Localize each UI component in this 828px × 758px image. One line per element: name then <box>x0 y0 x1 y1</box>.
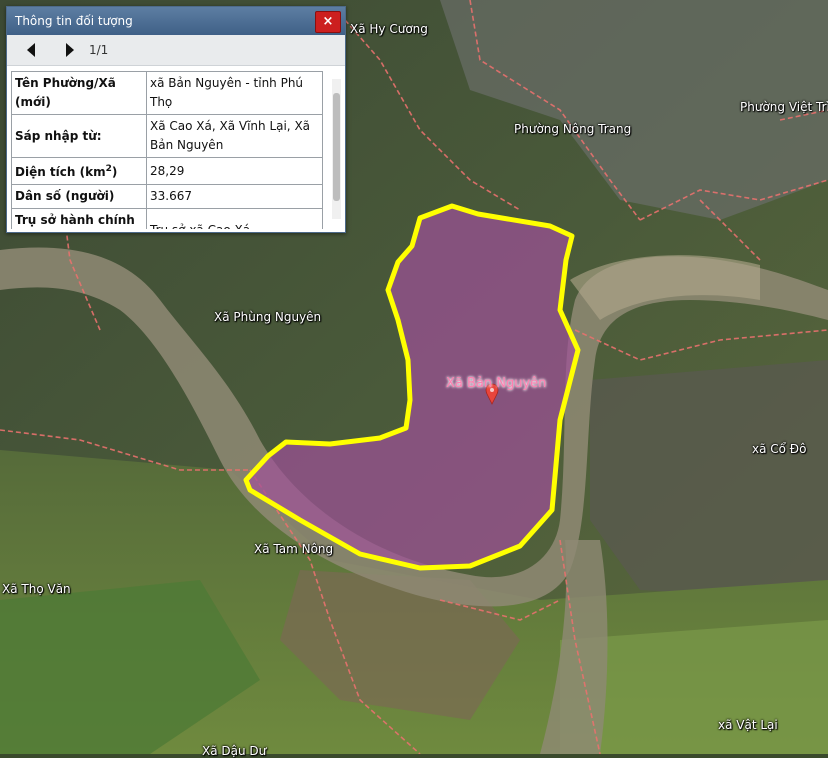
superscript-two: 2 <box>105 164 112 174</box>
row-value: xã Bản Nguyên - tỉnh Phú Thọ <box>146 71 323 115</box>
info-table: Tên Phường/Xã (mới) xã Bản Nguyên - tỉnh… <box>11 71 323 229</box>
map-label-tho-van: Xã Thọ Văn <box>2 582 71 596</box>
map-label-bottom-partial: Xã Dậu Dư <box>202 744 267 758</box>
triangle-right-icon <box>66 43 74 57</box>
map-label-vat-lai: xã Vật Lại <box>718 718 778 732</box>
row-key: Sáp nhập từ: <box>11 114 147 158</box>
row-key: Trụ sở hành chính (mới) <box>11 208 147 229</box>
map-label-ban-nguyen: Xã Bản Nguyên <box>446 376 547 391</box>
panel-scrollbar[interactable] <box>332 79 341 219</box>
table-row: Tên Phường/Xã (mới) xã Bản Nguyên - tỉnh… <box>11 71 323 115</box>
row-value: 33.667 <box>146 184 323 209</box>
table-row: Trụ sở hành chính (mới) Trụ sở xã Cao Xá <box>11 208 323 229</box>
area-key-label: Diện tích (km2) <box>15 164 118 179</box>
map-label-co-do: xã Cổ Đô <box>752 442 807 456</box>
panel-title: Thông tin đối tượng <box>15 14 133 28</box>
row-key: Diện tích (km2) <box>11 157 147 185</box>
info-table-scroll[interactable]: Tên Phường/Xã (mới) xã Bản Nguyên - tỉnh… <box>11 71 327 229</box>
triangle-left-icon <box>27 43 35 57</box>
map-label-hy-cuong: Xã Hy Cương <box>350 22 428 36</box>
map-label-tam-nong: Xã Tam Nông <box>254 542 334 556</box>
row-key: Tên Phường/Xã (mới) <box>11 71 147 115</box>
pager-bar: 1/1 <box>7 35 345 66</box>
row-value: Trụ sở xã Cao Xá <box>146 208 323 229</box>
table-row: Dân số (người) 33.667 <box>11 184 323 209</box>
row-value: Xã Cao Xá, Xã Vĩnh Lại, Xã Bản Nguyên <box>146 114 323 158</box>
map-label-viet-tri: Phường Việt Trì <box>740 100 828 114</box>
map-label-nong-trang: Phường Nông Trang <box>514 122 632 136</box>
pager-count: 1/1 <box>89 43 109 57</box>
next-page-button[interactable] <box>59 40 81 60</box>
table-row: Diện tích (km2) 28,29 <box>11 157 323 185</box>
row-key: Dân số (người) <box>11 184 147 209</box>
close-button[interactable]: × <box>315 11 341 33</box>
table-row: Sáp nhập từ: Xã Cao Xá, Xã Vĩnh Lại, Xã … <box>11 114 323 158</box>
info-panel[interactable]: Thông tin đối tượng × 1/1 Tên Phường/Xã … <box>6 6 346 233</box>
scroll-thumb[interactable] <box>333 93 340 201</box>
panel-header: Thông tin đối tượng × <box>7 7 345 35</box>
row-value: 28,29 <box>146 157 323 185</box>
close-icon: × <box>322 14 334 29</box>
prev-page-button[interactable] <box>21 40 43 60</box>
map-label-phung-nguyen: Xã Phùng Nguyên <box>214 310 322 324</box>
